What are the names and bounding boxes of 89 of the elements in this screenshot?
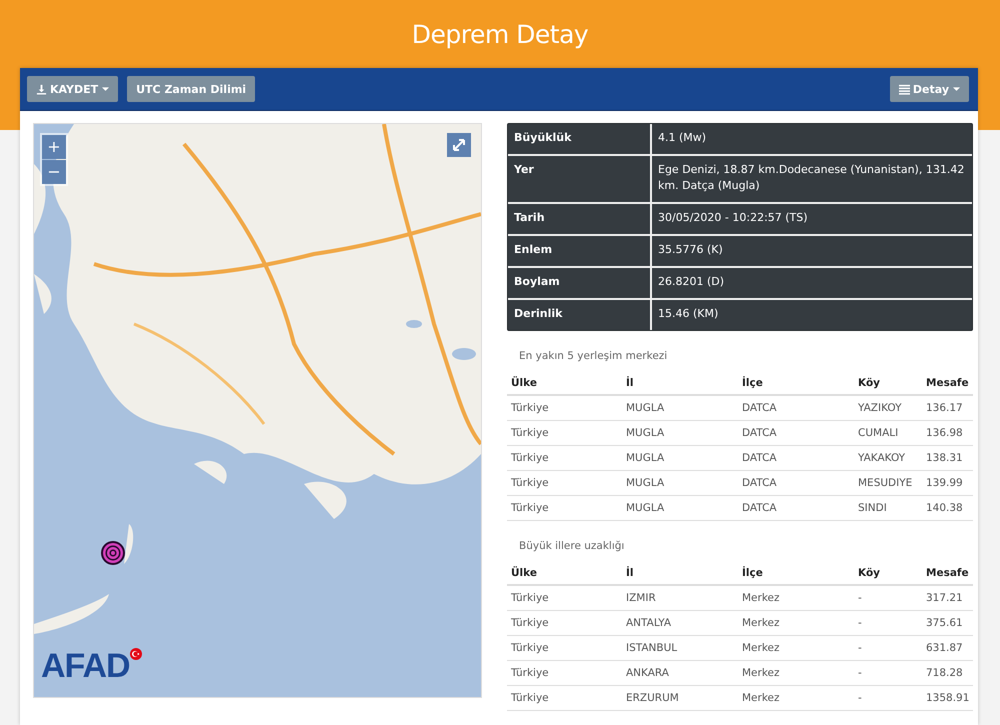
caret-icon	[953, 86, 960, 92]
table-cell-text: Türkiye	[511, 642, 550, 654]
epicenter-icon	[100, 540, 126, 566]
table-cell-text: 136.98	[926, 427, 964, 439]
table-cell-text: 140.38	[926, 502, 964, 514]
column-header: Mesafe	[926, 567, 970, 579]
table-cell-text: MUGLA	[626, 427, 666, 439]
table-cell-text: Türkiye	[511, 692, 550, 704]
table-cell-text: DATCA	[742, 452, 778, 464]
zoom-out-button[interactable]: −	[42, 160, 66, 184]
table-cell-text: Türkiye	[511, 427, 550, 439]
caret-icon	[102, 86, 110, 92]
table-cell-text: -	[858, 617, 863, 629]
table-cell-text: ANTALYA	[626, 617, 672, 629]
detail-value: 26.8201 (D)	[657, 274, 726, 290]
table-cell-text: -	[858, 592, 863, 604]
flag-icon	[130, 648, 142, 660]
table-caption: En yakın 5 yerleşim merkezi	[518, 349, 668, 364]
table-cell-text: DATCA	[742, 402, 778, 414]
detail-value: 15.46 (KM)	[657, 306, 720, 322]
table-cell-text: Merkez	[742, 592, 781, 604]
table-cell-text: ANKARA	[626, 667, 670, 679]
table-cell-text: 138.31	[926, 452, 964, 464]
table-cell-text: Merkez	[742, 667, 781, 679]
detail-label: Enlem	[508, 236, 652, 266]
logo: AFAD	[41, 648, 130, 684]
table-cell-text: -	[858, 692, 863, 704]
table-cell-text: 375.61	[926, 617, 964, 629]
table-cell-text: Türkiye	[511, 452, 550, 464]
table-cell-text: Türkiye	[511, 592, 550, 604]
table-cell-text: Merkez	[742, 617, 781, 629]
table-cell-text: Türkiye	[511, 402, 550, 414]
table-cell-text: SINDI	[858, 502, 888, 514]
table-cell-text: Merkez	[742, 642, 781, 654]
detail-label: Yer	[508, 156, 652, 202]
detail-label: Tarih	[508, 204, 652, 234]
detail-button[interactable]: Detay	[890, 76, 969, 102]
column-header: Köy	[858, 377, 882, 389]
table-cell-text: 317.21	[926, 592, 964, 604]
expand-icon	[451, 137, 467, 153]
table-cell-text: 718.28	[926, 667, 964, 679]
table-cell: 1358.91	[926, 692, 970, 704]
menu-icon	[898, 84, 910, 94]
detail-value: 35.5776 (K)	[657, 242, 724, 258]
page-title: Deprem Detay	[410, 19, 590, 51]
column-header: İlçe	[742, 377, 764, 389]
table-cell-text: ISTANBUL	[626, 642, 678, 654]
table-caption: Büyük illere uzaklığı	[518, 539, 626, 554]
table-cell-text: 136.17	[926, 402, 964, 414]
table-cell-text: -	[858, 642, 863, 654]
table-cell-text: Merkez	[742, 692, 781, 704]
detail-value: 4.1 (Mw)	[657, 130, 708, 146]
table-cell-text: MESUDIYE	[858, 477, 914, 489]
table-cell-text: MUGLA	[626, 502, 666, 514]
timezone-button[interactable]: UTC Zaman Dilimi	[127, 76, 256, 102]
column-header: Ülke	[511, 377, 538, 389]
table-cell-text: Türkiye	[511, 617, 550, 629]
column-header: Köy	[858, 567, 882, 579]
column-header: İl	[626, 377, 635, 389]
zoom-in-button[interactable]: +	[42, 135, 66, 159]
table-cell-text: 631.87	[926, 642, 964, 654]
fullscreen-button[interactable]	[447, 133, 471, 157]
table-cell-text: ERZURUM	[626, 692, 680, 704]
column-header: İlçe	[742, 567, 764, 579]
table-cell-text: DATCA	[742, 502, 778, 514]
detail-label: Büyüklük	[508, 124, 652, 154]
save-button[interactable]: KAYDET	[27, 76, 118, 102]
table-cell-text: 139.99	[926, 477, 964, 489]
table-cell-text: Türkiye	[511, 477, 550, 489]
table-cell-text: CUMALI	[858, 427, 900, 439]
table-cell-text: MUGLA	[626, 402, 666, 414]
download-icon	[36, 84, 47, 94]
table-cell-text: DATCA	[742, 427, 778, 439]
detail-value: Ege Denizi, 18.87 km.Dodecanese (Yunanistan), 131.42 km. Datça (Mugla)	[657, 162, 966, 194]
table-cell-text: YAZIKOY	[858, 402, 902, 414]
detail-label: Derinlik	[508, 300, 652, 330]
table-cell-text: MUGLA	[626, 452, 666, 464]
table-cell-text: Türkiye	[511, 667, 550, 679]
table-cell-text: MUGLA	[626, 477, 666, 489]
detail-value: 30/05/2020 - 10:22:57 (TS)	[657, 210, 809, 226]
column-header: İl	[626, 567, 635, 579]
column-header: Mesafe	[926, 377, 970, 389]
table-cell-text: DATCA	[742, 477, 778, 489]
table-cell-text: YAKAKOY	[858, 452, 906, 464]
column-header: Ülke	[511, 567, 538, 579]
table-cell-text: -	[858, 667, 863, 679]
table-cell-text: IZMIR	[626, 592, 657, 604]
table-cell-text: Türkiye	[511, 502, 550, 514]
detail-label: Boylam	[508, 268, 652, 298]
